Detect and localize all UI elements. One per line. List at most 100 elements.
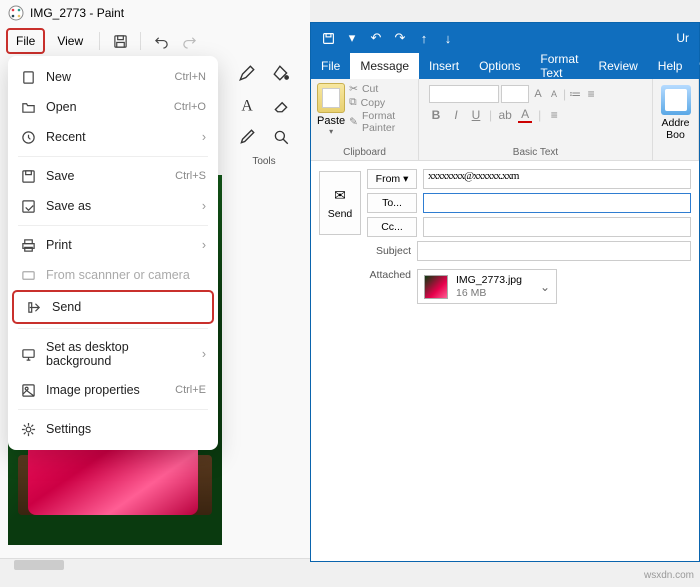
cc-button[interactable]: Cc... <box>367 217 417 237</box>
prev-icon[interactable]: ↑ <box>413 27 435 49</box>
italic-button[interactable]: I <box>449 108 463 122</box>
brush-icon: ✎ <box>349 116 358 128</box>
align-left-icon[interactable]: ≡ <box>547 108 561 122</box>
menu-item-saveas[interactable]: Save as› <box>8 191 218 221</box>
attachment-thumb-icon <box>424 275 448 299</box>
outlook-titlebar: ▾ ↶ ↷ ↑ ↓ Ur <box>311 23 699 53</box>
attachment-chip[interactable]: IMG_2773.jpg 16 MB ⌄ <box>417 269 557 304</box>
pencil-tool-icon[interactable] <box>234 60 260 86</box>
font-family-select[interactable] <box>429 85 499 103</box>
next-icon[interactable]: ↓ <box>437 27 459 49</box>
tab-file[interactable]: File <box>311 53 350 79</box>
tab-review[interactable]: Review <box>588 53 647 79</box>
saveas-icon <box>20 198 36 214</box>
bold-button[interactable]: B <box>429 108 443 122</box>
menu-item-label: Settings <box>46 422 206 436</box>
zoom-tool-icon[interactable] <box>268 124 294 150</box>
file-menu: NewCtrl+NOpenCtrl+ORecent›SaveCtrl+SSave… <box>8 56 218 450</box>
menu-item-label: Set as desktop background <box>46 340 192 368</box>
tools-label: Tools <box>224 156 304 167</box>
outlook-window: ▾ ↶ ↷ ↑ ↓ Ur FileMessageInsertOptionsFor… <box>310 22 700 562</box>
to-field[interactable] <box>423 193 691 213</box>
shrink-font-icon[interactable]: A <box>547 89 561 99</box>
chevron-down-icon[interactable]: ⌄ <box>540 280 550 294</box>
font-size-select[interactable] <box>501 85 529 103</box>
format-painter-button: ✎Format Painter <box>349 110 412 134</box>
menu-item-open[interactable]: OpenCtrl+O <box>8 92 218 122</box>
paint-window: IMG_2773 - Paint File View A Tools NewCt… <box>0 0 310 570</box>
attachment-name: IMG_2773.jpg <box>456 274 522 287</box>
tools-group: A Tools <box>224 60 304 167</box>
tab-options[interactable]: Options <box>469 53 530 79</box>
paste-button[interactable]: Paste ▾ <box>317 83 345 136</box>
send-icon: ✉ <box>334 187 346 204</box>
picker-tool-icon[interactable] <box>234 124 260 150</box>
settings-icon <box>20 421 36 437</box>
text-tool-icon[interactable]: A <box>234 92 260 118</box>
paint-title: IMG_2773 - Paint <box>30 6 124 20</box>
tab-format-text[interactable]: Format Text <box>530 53 588 79</box>
subject-field[interactable] <box>417 241 691 261</box>
save-icon[interactable] <box>317 27 339 49</box>
numbering-icon[interactable]: ≡ <box>584 87 598 101</box>
menu-item-send[interactable]: Send <box>12 290 214 324</box>
paste-icon <box>317 83 345 113</box>
menu-view[interactable]: View <box>49 30 91 52</box>
save-icon[interactable] <box>108 29 132 53</box>
chevron-right-icon: › <box>202 238 206 252</box>
cut-button: ✂Cut <box>349 83 412 95</box>
tab-message[interactable]: Message <box>350 53 419 79</box>
tell-me[interactable]: ♡Tell m <box>692 53 700 79</box>
fill-tool-icon[interactable] <box>268 60 294 86</box>
watermark: wsxdn.com <box>644 570 694 581</box>
separator <box>18 409 208 410</box>
attached-label: Attached <box>319 269 411 281</box>
menu-item-label: Send <box>52 300 200 314</box>
cc-field[interactable] <box>423 217 691 237</box>
shortcut: Ctrl+O <box>174 101 206 113</box>
paint-titlebar: IMG_2773 - Paint <box>0 0 310 26</box>
undo-icon[interactable]: ↶ <box>365 27 387 49</box>
paint-menubar: File View <box>0 26 310 56</box>
bullets-icon[interactable]: ≔ <box>568 87 582 101</box>
from-button[interactable]: From ▾ <box>367 169 417 189</box>
eraser-tool-icon[interactable] <box>268 92 294 118</box>
highlight-icon[interactable]: ab <box>498 108 512 122</box>
scanner-icon <box>20 267 36 283</box>
tab-insert[interactable]: Insert <box>419 53 469 79</box>
menu-item-desktop[interactable]: Set as desktop background› <box>8 333 218 375</box>
menu-item-label: From scannner or camera <box>46 268 206 282</box>
undo-icon[interactable] <box>149 29 173 53</box>
separator <box>18 328 208 329</box>
subject-label: Subject <box>319 245 411 257</box>
underline-button[interactable]: U <box>469 108 483 122</box>
scrollbar-horizontal[interactable] <box>0 558 310 570</box>
outlook-title: Ur <box>465 31 693 45</box>
redo-icon[interactable]: ↷ <box>389 27 411 49</box>
menu-item-print[interactable]: Print› <box>8 230 218 260</box>
print-icon <box>20 237 36 253</box>
send-button[interactable]: ✉ Send <box>319 171 361 235</box>
group-label: Clipboard <box>317 147 412 158</box>
menu-item-label: Save as <box>46 199 192 213</box>
menu-item-recent[interactable]: Recent› <box>8 122 218 152</box>
paint-app-icon <box>8 5 24 21</box>
tab-help[interactable]: Help <box>648 53 693 79</box>
menu-item-save[interactable]: SaveCtrl+S <box>8 161 218 191</box>
ribbon-group-basic-text: A A | ≔ ≡ B I U | ab A | ≡ Basic Text <box>419 79 653 160</box>
ribbon-group-address: Addre Boo <box>653 79 699 160</box>
send-icon <box>26 299 42 315</box>
save-icon <box>20 168 36 184</box>
menu-file[interactable]: File <box>6 28 45 54</box>
menu-item-new[interactable]: NewCtrl+N <box>8 62 218 92</box>
grow-font-icon[interactable]: A <box>531 88 545 100</box>
ribbon-group-clipboard: Paste ▾ ✂Cut ⧉Copy ✎Format Painter Clipb… <box>311 79 419 160</box>
to-button[interactable]: To... <box>367 193 417 213</box>
desktop-icon <box>20 346 36 362</box>
menu-item-props[interactable]: Image propertiesCtrl+E <box>8 375 218 405</box>
qat-dropdown-icon[interactable]: ▾ <box>341 27 363 49</box>
font-color-icon[interactable]: A <box>518 107 532 123</box>
menu-item-settings[interactable]: Settings <box>8 414 218 444</box>
address-book-icon[interactable] <box>661 85 691 115</box>
from-field[interactable]: xxxxxxxx@xxxxxx.xxm <box>423 169 691 189</box>
